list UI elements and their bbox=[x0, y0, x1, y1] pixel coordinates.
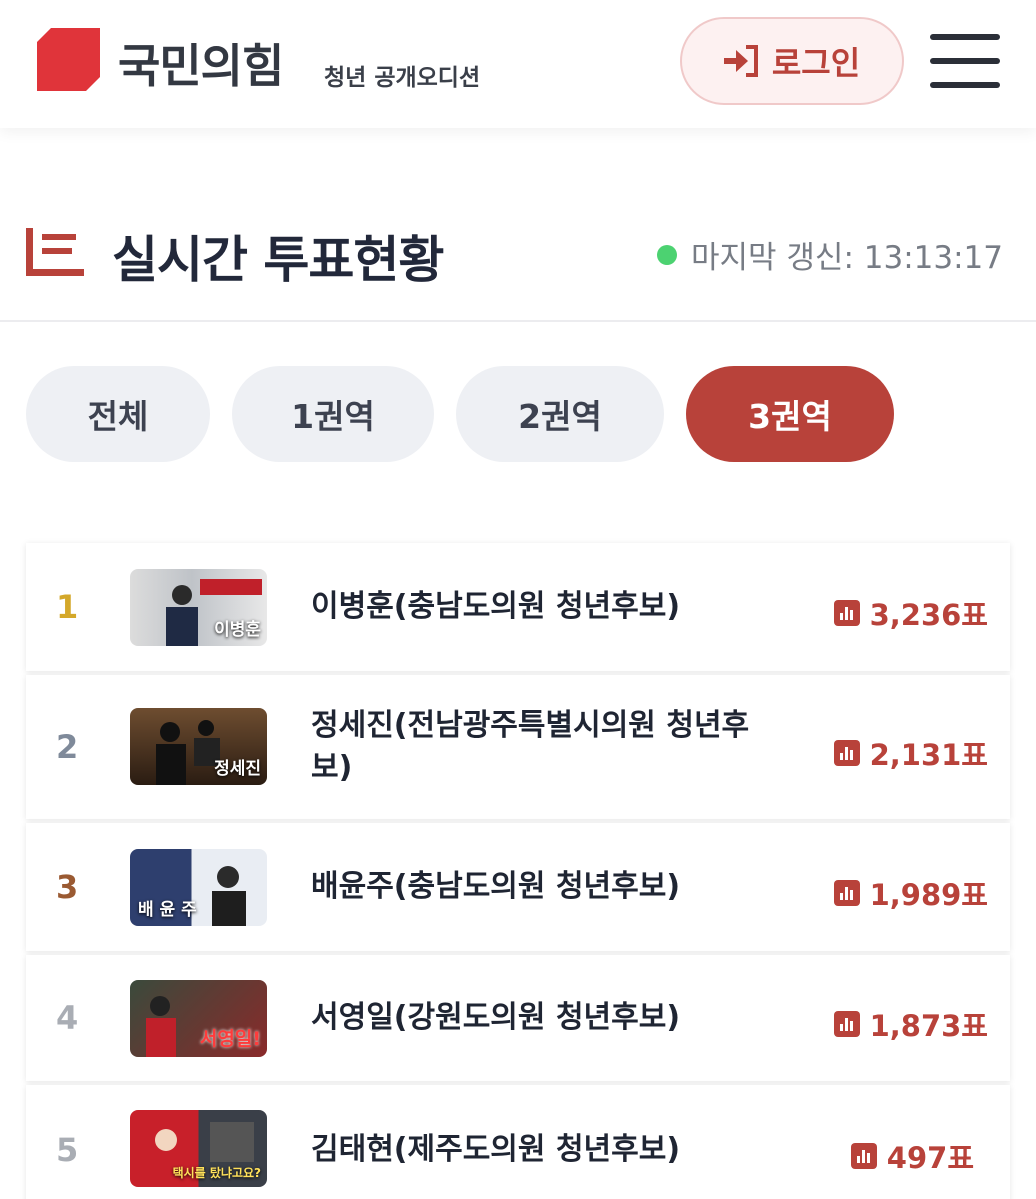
candidate-thumbnail[interactable]: 정세진 bbox=[130, 708, 267, 785]
hamburger-menu-icon[interactable] bbox=[930, 34, 1000, 88]
tab-region-1[interactable]: 1권역 bbox=[232, 366, 434, 462]
rank-number: 3 bbox=[56, 868, 79, 906]
login-button[interactable]: 로그인 bbox=[680, 17, 904, 105]
candidate-thumbnail[interactable]: 택시를 탔냐고요? bbox=[130, 1110, 267, 1187]
vote-count-value: 2,131표 bbox=[869, 738, 988, 772]
vote-count: 1,989표 bbox=[833, 872, 988, 914]
tab-all[interactable]: 전체 bbox=[26, 366, 210, 462]
list-chart-icon bbox=[26, 228, 84, 276]
bar-chart-icon bbox=[833, 740, 860, 766]
vote-count-value: 497표 bbox=[886, 1141, 974, 1175]
bar-chart-icon bbox=[833, 880, 860, 906]
vote-count-value: 1,989표 bbox=[869, 878, 988, 912]
candidate-row[interactable]: 3 배 윤 주 배윤주(충남도의원 청년후보) 1,989표 bbox=[26, 823, 1010, 951]
tab-region-2[interactable]: 2권역 bbox=[456, 366, 664, 462]
rank-number: 4 bbox=[56, 999, 79, 1037]
bar-chart-icon bbox=[850, 1143, 877, 1169]
live-status-dot bbox=[657, 244, 677, 265]
last-update-text: 마지막 갱신: 13:13:17 bbox=[691, 240, 1003, 276]
thumbnail-caption: 이병훈 bbox=[214, 620, 261, 640]
candidate-row[interactable]: 5 택시를 탔냐고요? 김태현(제주도의원 청년후보) 497표 bbox=[26, 1085, 1010, 1199]
rank-number: 5 bbox=[56, 1131, 79, 1169]
party-logo-icon[interactable] bbox=[37, 28, 100, 91]
rank-number: 2 bbox=[56, 728, 79, 766]
candidate-thumbnail[interactable]: 배 윤 주 bbox=[130, 849, 267, 926]
candidate-name: 정세진(전남광주특별시의원 청년후보) bbox=[311, 708, 750, 785]
section-divider bbox=[0, 320, 1036, 322]
top-header: 국민의힘 청년 공개오디션 로그인 bbox=[0, 0, 1036, 128]
candidate-row[interactable]: 2 정세진 정세진(전남광주특별시의원 청년후보) 2,131표 bbox=[26, 675, 1010, 819]
vote-count: 1,873표 bbox=[833, 1003, 988, 1045]
brand-subtitle: 청년 공개오디션 bbox=[324, 65, 481, 91]
thumbnail-caption: 택시를 탔냐고요? bbox=[172, 1166, 261, 1180]
vote-count: 2,131표 bbox=[833, 732, 988, 774]
login-label: 로그인 bbox=[771, 44, 861, 82]
login-arrow-icon bbox=[723, 45, 758, 77]
thumbnail-caption: 서영일! bbox=[199, 1028, 261, 1050]
thumbnail-caption: 배 윤 주 bbox=[138, 900, 197, 920]
candidate-name: 이병훈(충남도의원 청년후보) bbox=[311, 589, 681, 624]
thumbnail-caption: 정세진 bbox=[214, 759, 261, 779]
bar-chart-icon bbox=[833, 1011, 860, 1037]
bar-chart-icon bbox=[833, 600, 860, 626]
last-update-status: 마지막 갱신: 13:13:17 bbox=[657, 232, 1003, 277]
tab-region-3[interactable]: 3권역 bbox=[686, 366, 894, 462]
candidate-thumbnail[interactable]: 서영일! bbox=[130, 980, 267, 1057]
rank-number: 1 bbox=[56, 588, 79, 626]
candidate-row[interactable]: 1 이병훈 이병훈(충남도의원 청년후보) 3,236표 bbox=[26, 543, 1010, 671]
vote-count-value: 1,873표 bbox=[869, 1009, 988, 1043]
page-title: 실시간 투표현황 bbox=[112, 231, 444, 289]
candidate-row[interactable]: 4 서영일! 서영일(강원도의원 청년후보) 1,873표 bbox=[26, 955, 1010, 1081]
candidate-name: 서영일(강원도의원 청년후보) bbox=[311, 1000, 681, 1035]
vote-count: 497표 bbox=[850, 1135, 974, 1177]
brand-name[interactable]: 국민의힘 bbox=[118, 30, 284, 96]
vote-count: 3,236표 bbox=[833, 592, 988, 634]
candidate-name: 김태현(제주도의원 청년후보) bbox=[311, 1132, 681, 1167]
candidate-thumbnail[interactable]: 이병훈 bbox=[130, 569, 267, 646]
candidate-name: 배윤주(충남도의원 청년후보) bbox=[311, 869, 681, 904]
vote-count-value: 3,236표 bbox=[869, 598, 988, 632]
